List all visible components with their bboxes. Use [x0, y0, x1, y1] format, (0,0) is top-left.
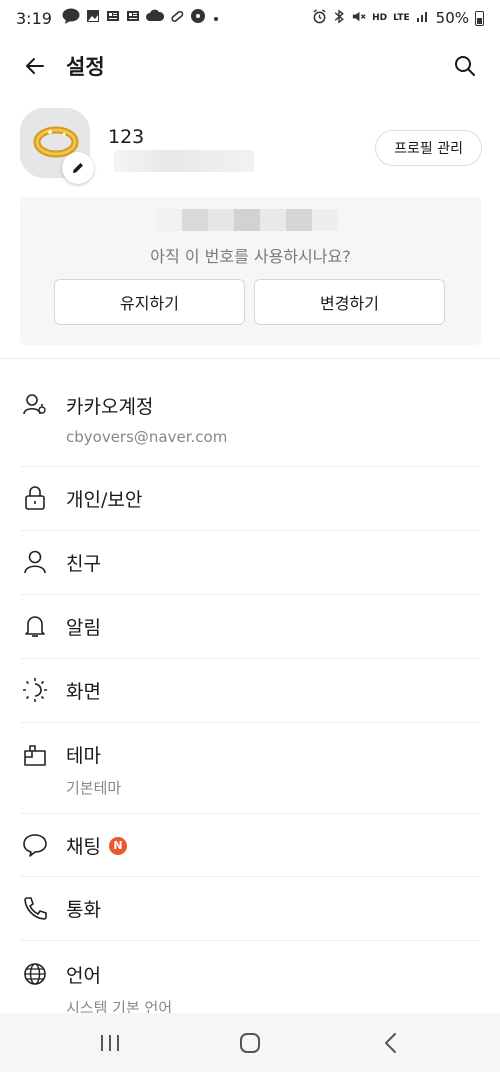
menu-item-chat[interactable]: 채팅 N	[0, 814, 500, 876]
image-icon	[86, 9, 100, 27]
profile-manage-button[interactable]: 프로필 관리	[375, 130, 482, 166]
profile-name: 123	[108, 126, 145, 148]
lock-icon	[22, 485, 48, 511]
menu-item-sub: cbyovers@naver.com	[66, 428, 228, 446]
phone-icon	[22, 895, 48, 921]
person-icon	[22, 549, 48, 575]
menu-item-label: 카카오계정	[66, 396, 154, 418]
status-left: 3:19	[16, 8, 220, 28]
bluetooth-icon	[333, 8, 345, 28]
settings-badge-icon	[190, 8, 206, 28]
brightness-icon	[22, 677, 48, 703]
menu-item-label: 통화	[66, 899, 101, 921]
signal-icon	[416, 9, 430, 27]
alarm-icon	[312, 8, 327, 28]
new-badge: N	[108, 836, 127, 855]
battery-percent: 50%	[435, 9, 469, 27]
home-icon	[240, 1032, 260, 1053]
news-icon	[106, 9, 120, 27]
profile-status-blurred	[114, 150, 254, 172]
news-icon	[126, 9, 140, 27]
menu-item-label: 언어	[66, 965, 101, 987]
menu-item-theme[interactable]: 테마 기본테마	[0, 723, 500, 813]
recent-apps-icon	[101, 1034, 119, 1051]
theme-icon	[22, 741, 48, 767]
section-divider	[0, 358, 500, 359]
arrow-left-icon	[26, 58, 44, 74]
hd-voice-icon: HD	[372, 12, 388, 23]
back-button[interactable]	[18, 49, 52, 83]
recent-apps-button[interactable]	[80, 1021, 140, 1065]
page-title: 설정	[66, 55, 105, 79]
menu-item-label-row: 채팅 N	[66, 832, 500, 859]
system-back-button[interactable]	[360, 1021, 420, 1065]
cloud-icon	[145, 9, 164, 27]
menu-item-privacy-security[interactable]: 개인/보안	[0, 467, 500, 529]
phone-number-masked	[156, 209, 338, 231]
menu-item-sub: 기본테마	[66, 779, 122, 797]
account-icon	[22, 392, 48, 418]
menu-item-label: 채팅	[66, 836, 101, 858]
globe-icon	[22, 961, 48, 987]
dot-icon	[212, 9, 220, 27]
menu-item-label: 개인/보안	[66, 489, 143, 511]
change-number-button[interactable]: 변경하기	[254, 279, 445, 325]
pencil-icon	[73, 163, 83, 173]
menu-item-display[interactable]: 화면	[0, 659, 500, 721]
home-button[interactable]	[220, 1021, 280, 1065]
app-header: 설정	[0, 40, 500, 92]
menu-item-label: 알림	[66, 617, 101, 639]
profile-section: 123 프로필 관리	[20, 106, 482, 184]
status-time: 3:19	[16, 8, 52, 28]
menu-item-label: 테마	[66, 745, 101, 767]
battery-icon	[475, 10, 484, 26]
menu-item-label: 화면	[66, 681, 101, 703]
menu-item-notifications[interactable]: 알림	[0, 595, 500, 657]
number-question: 아직 이 번호를 사용하시나요?	[150, 247, 351, 266]
chat-bubble-icon	[22, 832, 48, 858]
status-right: HD LTE 50%	[312, 8, 484, 28]
status-bar: 3:19 HD LTE 50%	[0, 0, 500, 36]
chevron-left-icon	[385, 1032, 396, 1053]
bell-icon	[22, 613, 48, 639]
pill-icon	[170, 9, 184, 27]
talk-icon	[62, 8, 80, 28]
keep-number-button[interactable]: 유지하기	[54, 279, 245, 325]
menu-item-label: 친구	[66, 553, 101, 575]
menu-item-friends[interactable]: 친구	[0, 531, 500, 593]
menu-item-call[interactable]: 통화	[0, 877, 500, 939]
phone-number-card: 아직 이 번호를 사용하시나요? 유지하기 변경하기	[20, 197, 481, 345]
mute-icon	[351, 9, 366, 28]
menu-item-language[interactable]: 언어 시스템 기본 언어	[0, 941, 500, 1021]
system-nav-bar	[0, 1013, 500, 1072]
search-button[interactable]	[448, 49, 482, 83]
search-icon	[455, 56, 475, 76]
menu-item-kakao-account[interactable]: 카카오계정 cbyovers@naver.com	[0, 370, 500, 466]
lte-icon: LTE	[393, 12, 410, 23]
edit-profile-button[interactable]	[62, 152, 94, 184]
